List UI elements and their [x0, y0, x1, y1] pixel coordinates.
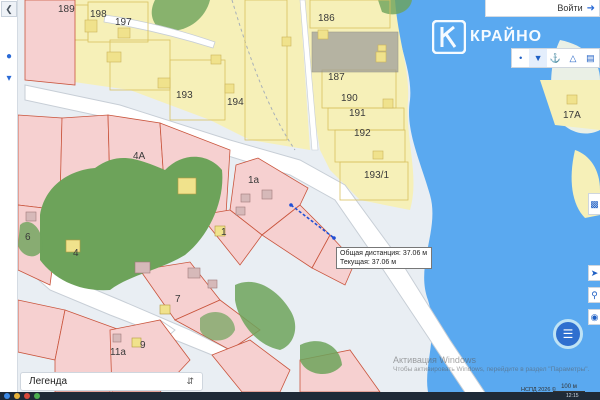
parcel-number-label: 194 — [227, 97, 244, 108]
locate-button[interactable]: ➤ — [588, 265, 600, 281]
parcel-number-label: 189 — [58, 4, 75, 15]
layers-button[interactable]: ● — [1, 48, 17, 64]
parcel-number-label: 4А — [133, 151, 146, 162]
left-sidebar: ❮ ● ▾ — [0, 0, 18, 400]
watermark-subtitle: Чтобы активировать Windows, перейдите в … — [393, 366, 590, 373]
parcel-number-label: 191 — [349, 108, 366, 119]
map-toolbar: • ▼ ⚓ △ ▤ — [511, 48, 600, 68]
parcel-number-label: 4 — [73, 248, 79, 259]
legend-select[interactable]: Легенда ⇵ — [20, 372, 203, 391]
tool-anchor[interactable]: ⚓ — [547, 49, 564, 67]
parcel-number-label: 9 — [140, 340, 146, 351]
pin-icon: ▼ — [533, 53, 543, 63]
parcel-number-label: 187 — [328, 72, 345, 83]
parcel-number-label: 6 — [25, 232, 31, 243]
legend-label: Легенда — [29, 376, 68, 387]
parcel-number-label: 1 — [221, 227, 227, 238]
tool-ruler[interactable]: ▤ — [582, 49, 599, 67]
tool-dot[interactable]: • — [512, 49, 529, 67]
watermark-title: Активация Windows — [393, 355, 476, 365]
dot-icon: • — [519, 53, 523, 63]
crosshair-icon: ➤ — [590, 267, 599, 278]
app-icon[interactable] — [24, 393, 30, 399]
ruler-icon: ▤ — [586, 52, 595, 63]
measurement-end-point[interactable] — [332, 236, 336, 240]
dropdown-icon: ▾ — [6, 72, 12, 84]
app-icon[interactable] — [34, 393, 40, 399]
parcel-number-label: 192 — [354, 128, 371, 139]
app-icon[interactable] — [14, 393, 20, 399]
start-icon[interactable] — [4, 393, 10, 399]
measurement-start-point[interactable] — [289, 203, 293, 207]
chevron-left-icon: ❮ — [5, 3, 13, 14]
measure-button[interactable]: ◉ — [588, 309, 600, 325]
anchor-icon: ⚓ — [549, 52, 562, 63]
login-label: Войти — [557, 3, 583, 13]
parcel-number-label: 17А — [563, 110, 581, 121]
search-button[interactable]: ⚲ — [588, 287, 600, 303]
collapse-panel-button[interactable]: ▩ — [588, 193, 600, 215]
chat-icon: ☰ — [562, 327, 574, 341]
measure-icon: ◉ — [590, 311, 599, 322]
current-distance: Текущая: 37.06 м — [340, 259, 397, 266]
dropdown-button[interactable]: ▾ — [1, 70, 17, 86]
parcel-number-label: 193 — [176, 90, 193, 101]
login-button[interactable]: Войти ➜ — [485, 0, 600, 17]
parcel-number-label: 193/1 — [364, 170, 390, 181]
parcel-number-label: 1а — [248, 175, 260, 186]
search-icon: ⚲ — [591, 289, 598, 300]
measurement-tooltip: Общая дистанция: 37.06 м Текущая: 37.06 … — [336, 247, 432, 269]
os-taskbar: 12:15 — [0, 392, 600, 400]
layers-icon: ● — [5, 50, 13, 62]
panel-icon: ▩ — [590, 198, 599, 209]
login-arrow-icon: ➜ — [586, 2, 595, 14]
parcel-number-label: 197 — [115, 17, 132, 28]
tool-weight[interactable]: △ — [564, 49, 581, 67]
logo-text: КРАЙНО — [470, 28, 543, 45]
parcel-number-label: 11а — [110, 347, 126, 358]
chevron-updown-icon: ⇵ — [186, 376, 194, 386]
clock: 12:15 — [566, 393, 579, 399]
chat-button[interactable]: ☰ — [553, 319, 583, 349]
logo-k-icon — [432, 20, 466, 54]
back-button[interactable]: ❮ — [1, 1, 17, 17]
windows-watermark: Активация Windows Чтобы активировать Win… — [393, 355, 589, 373]
parcel-number-label: 7 — [175, 294, 181, 305]
parcel-number-label: 190 — [341, 93, 358, 104]
parcel-number-label: 186 — [318, 13, 335, 24]
parcel-number-label: 198 — [90, 9, 107, 20]
total-distance: Общая дистанция: 37.06 м — [340, 250, 428, 257]
tool-pin[interactable]: ▼ — [529, 49, 547, 67]
weight-icon: △ — [569, 52, 577, 63]
cadastral-map[interactable] — [0, 0, 600, 400]
